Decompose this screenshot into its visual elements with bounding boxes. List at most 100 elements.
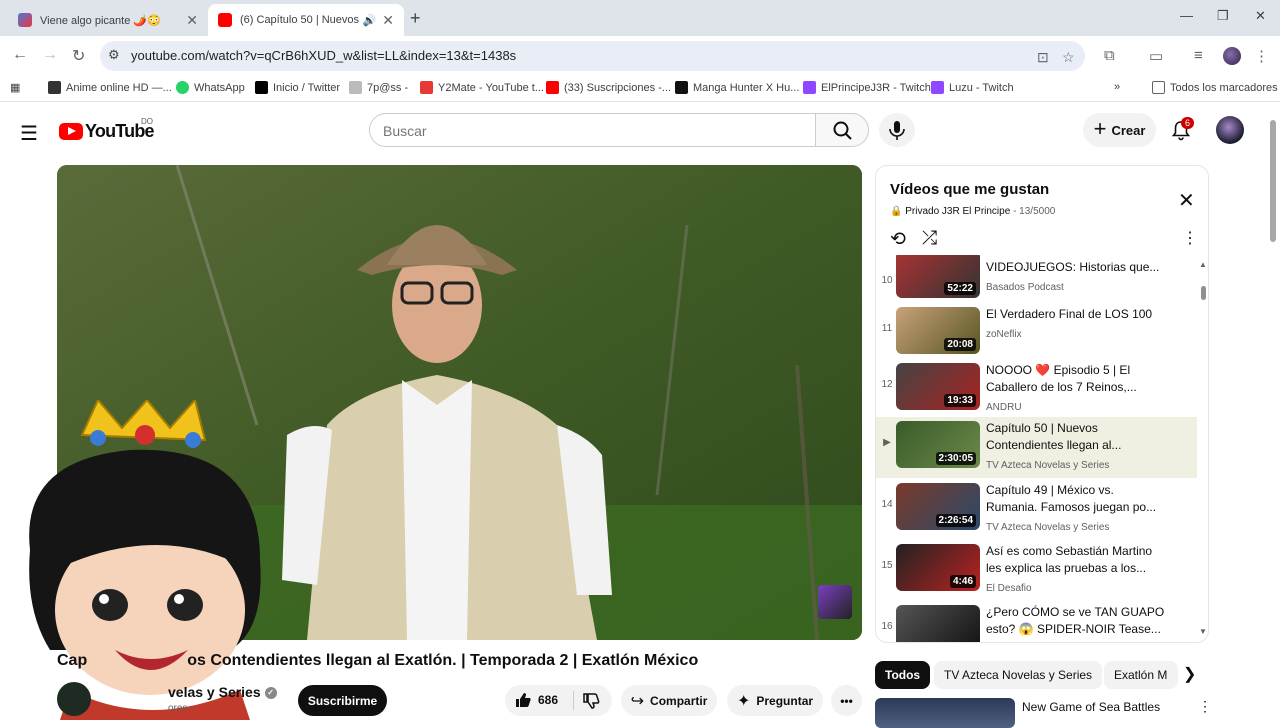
tab-active[interactable]: (6) Capítulo 50 | Nuevos Co 🔊 ✕ xyxy=(208,4,404,36)
playlist-meta: 🔒 Privado J3R El Principe - 13/5000 xyxy=(890,206,1056,217)
playlist-more-icon[interactable]: ⋮ xyxy=(1182,228,1198,248)
playlist-item-title[interactable]: NOOOO ❤️ Episodio 5 | El Caballero de lo… xyxy=(986,362,1166,396)
voice-search-button[interactable] xyxy=(879,113,915,147)
chip-channel[interactable]: TV Azteca Novelas y Series xyxy=(934,661,1103,689)
search-icon xyxy=(833,121,852,140)
x-twitter-icon xyxy=(255,81,268,94)
tab-inactive[interactable]: Viene algo picante 🌶️😳 ✕ xyxy=(8,4,208,36)
search-button[interactable] xyxy=(815,113,869,147)
more-actions-button[interactable]: ••• xyxy=(831,685,862,716)
like-thumb-icon[interactable] xyxy=(514,691,532,709)
playlist-item-channel[interactable]: Basados Podcast xyxy=(986,282,1064,293)
playlist-item-title[interactable]: ¿Pero CÓMO se ve TAN GUAPO esto? 😱 SPIDE… xyxy=(986,604,1166,638)
close-window-icon[interactable]: ✕ xyxy=(1255,8,1266,24)
playlist-scrollbar[interactable] xyxy=(1201,286,1206,300)
playlist-thumbnail[interactable]: 2:26:54 xyxy=(896,483,980,530)
playlist-thumbnail[interactable]: 20:08 xyxy=(896,307,980,354)
channel-watermark-icon[interactable] xyxy=(818,585,852,619)
bookmark-star-icon[interactable]: ☆ xyxy=(1062,49,1075,66)
shuffle-icon[interactable]: ⤮ xyxy=(922,228,937,250)
playlist-item[interactable]: ▶ 2:30:05 Capítulo 50 | Nuevos Contendient… xyxy=(876,417,1197,478)
recommended-more-icon[interactable]: ⋮ xyxy=(1198,698,1212,715)
playlist-thumbnail[interactable]: 19:33 xyxy=(896,363,980,410)
now-playing-icon: ▶ xyxy=(883,437,891,448)
close-playlist-icon[interactable]: ✕ xyxy=(1178,188,1195,213)
playlist-thumbnail[interactable]: 4:46 xyxy=(896,544,980,591)
plus-icon: + xyxy=(1093,115,1107,141)
chevron-right-icon[interactable]: ❯ xyxy=(1183,664,1196,684)
bookmark-item[interactable]: Manga Hunter X Hu... xyxy=(675,81,799,94)
youtube-play-icon xyxy=(59,123,83,140)
playlist-item-channel[interactable]: TV Azteca Novelas y Series xyxy=(986,522,1109,533)
chip-todos[interactable]: Todos xyxy=(875,661,931,689)
playlist-item[interactable]: 12 19:33 NOOOO ❤️ Episodio 5 | El Caballer… xyxy=(876,359,1197,420)
share-button[interactable]: ↪ Compartir xyxy=(621,685,717,716)
channel-name[interactable]: velas y Series ✓ xyxy=(168,684,277,700)
apps-grid-icon[interactable]: ▦ xyxy=(10,81,20,94)
ask-button[interactable]: ✦ Preguntar xyxy=(727,685,823,716)
dislike-thumb-icon[interactable] xyxy=(582,692,600,710)
bookmark-item[interactable]: Luzu - Twitch xyxy=(931,81,1014,94)
audio-playing-icon[interactable]: 🔊 xyxy=(363,14,377,27)
bookmark-item[interactable]: 7p@ss - xyxy=(349,81,408,94)
restore-icon[interactable]: ❐ xyxy=(1217,8,1229,24)
cast-icon[interactable]: ▭ xyxy=(1149,47,1163,65)
playlist-item-title[interactable]: El Verdadero Final de LOS 100 xyxy=(986,306,1166,323)
playlist-thumbnail[interactable] xyxy=(896,605,980,642)
playlist-item-title[interactable]: Capítulo 50 | Nuevos Contendientes llega… xyxy=(986,420,1166,454)
bookmark-item[interactable]: WhatsApp xyxy=(176,81,245,94)
install-app-icon[interactable]: ⊡ xyxy=(1037,49,1049,66)
playlist-thumbnail[interactable]: 52:22 xyxy=(896,255,980,298)
minimize-icon[interactable]: — xyxy=(1180,8,1193,23)
playlist-item-title[interactable]: Así es como Sebastián Martino les explic… xyxy=(986,543,1166,577)
hamburger-menu-icon[interactable]: ☰ xyxy=(20,121,38,146)
playlist-title[interactable]: Vídeos que me gustan xyxy=(890,181,1049,198)
close-tab-icon[interactable]: ✕ xyxy=(186,12,198,29)
extensions-icon[interactable]: ⧉ xyxy=(1104,47,1115,64)
subscribe-button[interactable]: Suscribirme xyxy=(298,685,387,716)
playlist-item[interactable]: 14 2:26:54 Capítulo 49 | México vs. Rumani… xyxy=(876,479,1197,540)
close-tab-icon[interactable]: ✕ xyxy=(382,12,394,29)
address-bar[interactable]: ⚙ youtube.com/watch?v=qCrB6hXUD_w&list=L… xyxy=(100,41,1085,71)
bookmark-item[interactable]: Inicio / Twitter xyxy=(255,81,340,94)
all-bookmarks[interactable]: Todos los marcadores xyxy=(1152,81,1278,94)
media-control-icon[interactable]: ≡ xyxy=(1194,47,1203,64)
playlist-item-channel[interactable]: El Desafio xyxy=(986,583,1032,594)
site-info-icon[interactable]: ⚙ xyxy=(108,47,120,63)
bookmark-item[interactable]: ElPrincipeJ3R - Twitch xyxy=(803,81,931,94)
bookmark-item[interactable]: Anime online HD —... xyxy=(48,81,172,94)
bookmark-item[interactable]: (33) Suscripciones -... xyxy=(546,81,671,94)
forward-icon[interactable]: → xyxy=(42,46,58,64)
youtube-icon xyxy=(546,81,559,94)
loop-icon[interactable]: ⟲ xyxy=(890,228,906,251)
reload-icon[interactable]: ↻ xyxy=(72,46,85,66)
playlist-item-title[interactable]: Capítulo 49 | México vs. Rumania. Famoso… xyxy=(986,482,1166,516)
playlist-item[interactable]: 11 20:08 El Verdadero Final de LOS 100 zoNe… xyxy=(876,303,1197,364)
scroll-up-icon[interactable]: ▲ xyxy=(1199,260,1207,269)
browser-profile-avatar[interactable] xyxy=(1223,47,1241,65)
playlist-thumbnail[interactable]: 2:30:05 xyxy=(896,421,980,468)
scroll-down-icon[interactable]: ▼ xyxy=(1199,627,1207,636)
recommended-title[interactable]: New Game of Sea Battles xyxy=(1022,700,1160,714)
playlist-item[interactable]: 16 ¿Pero CÓMO se ve TAN GUAPO esto? 😱 SPI… xyxy=(876,601,1197,642)
recommended-thumbnail[interactable] xyxy=(875,698,1015,728)
browser-menu-icon[interactable]: ⋮ xyxy=(1254,47,1269,65)
back-icon[interactable]: ← xyxy=(12,46,28,64)
youtube-logo[interactable]: YouTube DO xyxy=(59,117,155,142)
playlist-item[interactable]: 15 4:46 Así es como Sebastián Martino les … xyxy=(876,540,1197,601)
account-avatar[interactable] xyxy=(1216,116,1244,144)
video-duration: 52:22 xyxy=(944,282,976,295)
chip-exatlon[interactable]: Exatlón M xyxy=(1104,661,1178,689)
playlist-item-channel[interactable]: ANDRU xyxy=(986,402,1022,413)
playlist-item-channel[interactable]: zoNeflix xyxy=(986,329,1022,340)
search-input[interactable]: Buscar xyxy=(369,113,816,147)
tab-title: Viene algo picante 🌶️😳 xyxy=(40,14,161,27)
create-button[interactable]: + Crear xyxy=(1083,113,1156,147)
new-tab-icon[interactable]: + xyxy=(410,8,421,29)
playlist-item-title[interactable]: VIDEOJUEGOS: Historias que... xyxy=(986,259,1166,276)
channel-avatar[interactable] xyxy=(57,682,91,716)
more-bookmarks-icon[interactable]: » xyxy=(1114,81,1120,93)
playlist-item-channel[interactable]: TV Azteca Novelas y Series xyxy=(986,460,1109,471)
page-scrollbar[interactable] xyxy=(1270,120,1276,242)
bookmark-item[interactable]: Y2Mate - YouTube t... xyxy=(420,81,544,94)
